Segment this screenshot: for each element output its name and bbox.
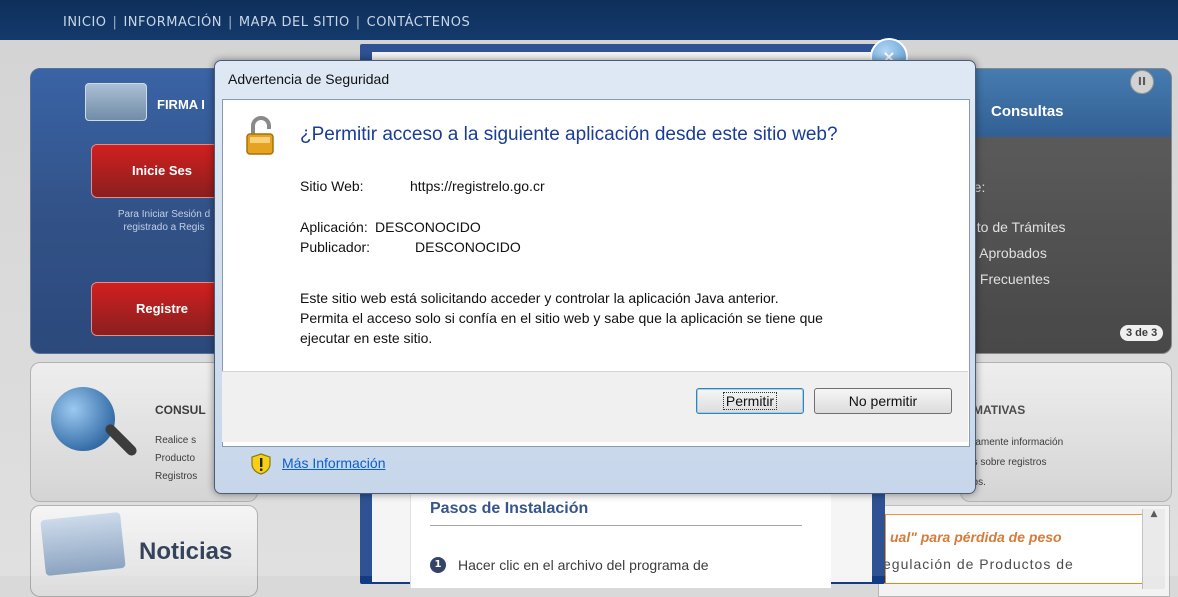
top-nav: INICIO | INFORMACIÓN | MAPA DEL SITIO | CONTÁC… [0,0,1178,40]
allow-button-label: Permitir [722,392,778,410]
more-info-link[interactable]: Más Información [282,455,385,471]
publisher-label: Publicador: [300,239,371,255]
publisher-value: DESCONOCIDO [415,239,521,255]
dialog-heading: ¿Permitir acceso a la siguiente aplicaci… [300,124,838,145]
warning-line: ejecutar en este sitio. [300,330,433,346]
app-value: DESCONOCIDO [375,219,481,235]
top-nav-links: INICIO | INFORMACIÓN | MAPA DEL SITIO | CONTÁC… [63,15,470,30]
site-value: https://registrelo.go.cr [410,178,545,194]
shield-warning-icon [251,453,271,475]
app-label: Aplicación: [300,219,368,235]
nav-separator: | [228,15,233,30]
site-label: Sitio Web: [300,178,364,194]
dialog-button-row: Permitir No permitir [222,371,968,442]
nav-link-inicio[interactable]: INICIO [63,15,107,30]
deny-button[interactable]: No permitir [814,388,952,414]
lock-open-icon [246,116,274,155]
warning-line: Permita el acceso solo si confía en el s… [300,310,823,326]
dialog-info-bar: Más Información [222,441,968,487]
allow-button[interactable]: Permitir [696,388,804,414]
nav-separator: | [112,15,118,30]
nav-separator: | [355,15,361,30]
dialog-title: Advertencia de Seguridad [228,71,390,87]
nav-link-mapa[interactable]: MAPA DEL SITIO [239,15,350,30]
warning-line: Este sitio web está solicitando acceder … [300,290,779,306]
security-dialog: Advertencia de Seguridad ¿Permitir acces… [214,60,976,494]
nav-link-informacion[interactable]: INFORMACIÓN [123,15,222,30]
nav-link-contactenos[interactable]: CONTÁCTENOS [367,15,471,30]
